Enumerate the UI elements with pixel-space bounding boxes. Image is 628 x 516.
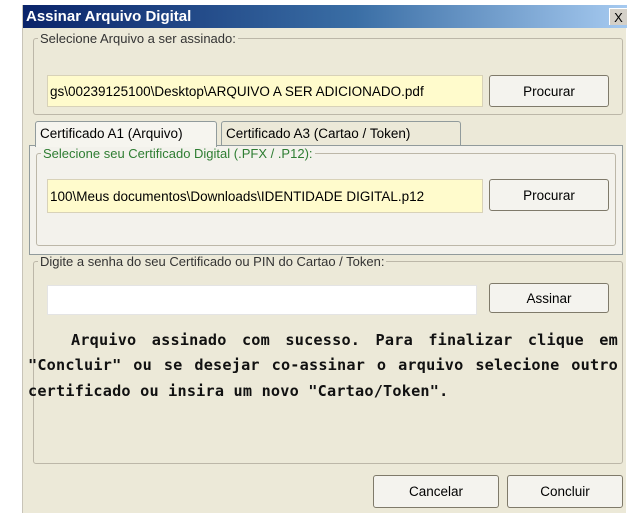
window-title: Assinar Arquivo Digital (26, 8, 192, 25)
certificate-tabs: Certificado A1 (Arquivo) Certificado A3 … (23, 121, 627, 147)
password-input[interactable] (47, 285, 477, 315)
cancel-button[interactable]: Cancelar (373, 475, 499, 508)
certificate-select-legend: Selecione seu Certificado Digital (.PFX … (43, 146, 313, 161)
password-legend: Digite a senha do seu Certificado ou PIN… (40, 254, 385, 269)
close-button[interactable]: X (609, 8, 627, 25)
browse-file-button[interactable]: Procurar (489, 75, 609, 107)
file-select-legend: Selecione Arquivo a ser assinado: (40, 31, 236, 46)
file-path-input[interactable] (47, 75, 483, 107)
tab-certificate-a1[interactable]: Certificado A1 (Arquivo) (35, 121, 217, 147)
title-bar[interactable]: Assinar Arquivo Digital X (23, 5, 627, 28)
finish-button[interactable]: Concluir (507, 475, 623, 508)
tab-certificate-a3[interactable]: Certificado A3 (Cartao / Token) (221, 121, 461, 146)
sign-button[interactable]: Assinar (489, 283, 609, 313)
certificate-path-input[interactable] (47, 179, 483, 213)
status-message: Arquivo assinado com sucesso. Para final… (28, 331, 618, 400)
dialog-window: Assinar Arquivo Digital X Selecione Arqu… (22, 5, 627, 513)
browse-certificate-button[interactable]: Procurar (489, 179, 609, 211)
